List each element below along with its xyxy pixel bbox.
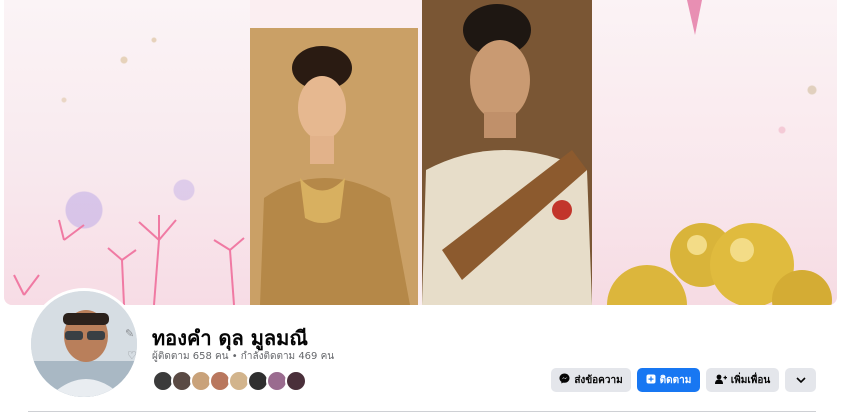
follow-icon [646,374,656,387]
add-friend-button[interactable]: เพิ่มเพื่อน [706,368,779,392]
cover-right-panel [592,0,837,305]
profile-picture-frame[interactable] [28,288,140,400]
messenger-icon [559,373,570,387]
cover-man-photo [422,0,592,305]
friend-avatar[interactable] [285,370,307,392]
heart-icon: ♡ [127,349,137,362]
woman-portrait [250,28,418,305]
follow-label: ติดตาม [659,374,692,386]
balloons-decoration [607,0,832,305]
profile-page: ✎ ♡ ทองคำ ดุล มูลมณี ผู้ติดตาม 658 คน • … [0,0,853,419]
avatar-person [31,291,137,397]
message-button[interactable]: ส่งข้อความ [551,368,631,392]
message-label: ส่งข้อความ [574,374,623,386]
cover-woman-photo [250,28,418,305]
man-portrait [422,0,592,305]
profile-divider [28,411,816,412]
add-friend-label: เพิ่มเพื่อน [730,374,771,386]
more-options-button[interactable] [785,368,816,392]
add-friend-icon [714,374,727,387]
chevron-down-icon [795,375,806,386]
cover-left-panel [4,0,250,305]
follow-button[interactable]: ติดตาม [637,368,700,392]
dandelion-decoration [13,215,245,305]
avatar[interactable] [31,291,137,397]
follower-stats[interactable]: ผู้ติดตาม 658 คน • กำลังติดตาม 469 คน [152,349,334,364]
cover-photo[interactable] [4,0,837,305]
edit-icon: ✎ [125,327,135,340]
friends-avatars[interactable] [152,370,307,392]
